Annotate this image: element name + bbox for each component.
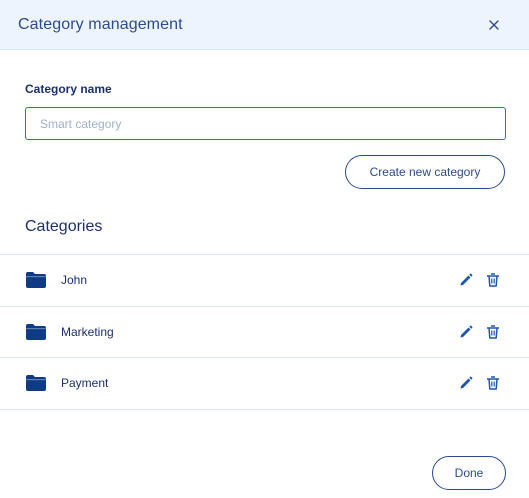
create-category-button[interactable]: Create new category (345, 155, 505, 189)
pencil-icon[interactable] (459, 325, 473, 339)
dialog-footer: Done (432, 456, 506, 490)
category-management-dialog: Category management Category name Create… (0, 0, 529, 498)
dialog-title: Category management (18, 15, 183, 33)
dialog-header: Category management (0, 0, 529, 50)
folder-icon (26, 323, 46, 340)
create-row: Create new category (25, 155, 505, 189)
category-name: Payment (61, 376, 109, 391)
trash-icon[interactable] (486, 376, 500, 390)
row-actions (459, 273, 500, 287)
category-name-label: Category name (25, 82, 112, 96)
categories-heading: Categories (25, 218, 103, 235)
category-row: Payment (0, 358, 529, 410)
row-actions (459, 325, 500, 339)
category-row: John (0, 255, 529, 307)
trash-icon[interactable] (486, 325, 500, 339)
trash-icon[interactable] (486, 273, 500, 287)
row-actions (459, 376, 500, 390)
category-name: John (61, 273, 88, 288)
category-name-input[interactable] (25, 107, 506, 140)
close-icon[interactable] (487, 18, 501, 32)
category-form: Category name Create new category (0, 50, 529, 189)
category-list: John Marketing Payment (0, 254, 529, 410)
folder-icon (26, 272, 46, 289)
category-name: Marketing (61, 324, 114, 339)
category-row: Marketing (0, 307, 529, 358)
done-button[interactable]: Done (432, 456, 506, 490)
pencil-icon[interactable] (459, 273, 473, 287)
pencil-icon[interactable] (459, 376, 473, 390)
folder-icon (26, 375, 46, 392)
